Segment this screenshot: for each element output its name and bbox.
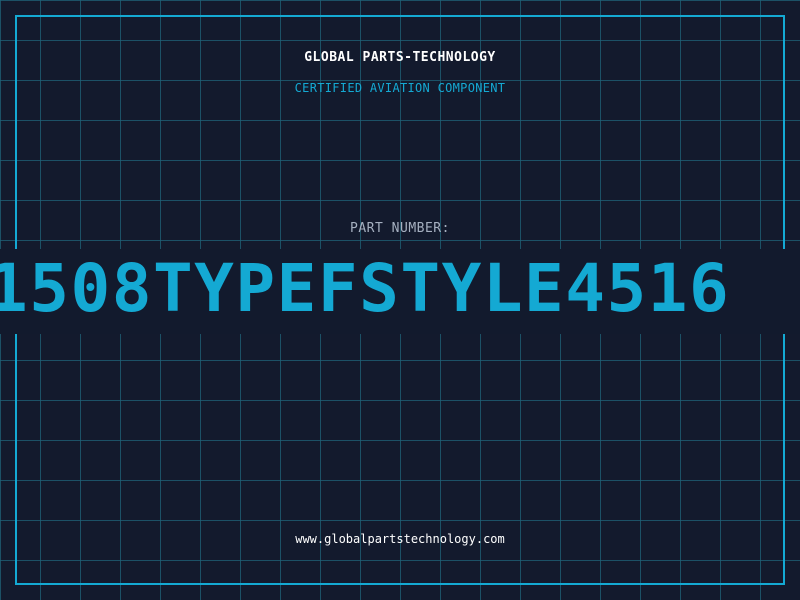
website-url: www.globalpartstechnology.com bbox=[295, 532, 505, 546]
company-name: GLOBAL PARTS-TECHNOLOGY bbox=[304, 50, 496, 65]
certification-subtitle: CERTIFIED AVIATION COMPONENT bbox=[294, 81, 506, 95]
part-number-label: PART NUMBER: bbox=[350, 221, 450, 236]
part-number-band: 1508TYPEFSTYLE4516 bbox=[0, 249, 800, 334]
part-number-value: 1508TYPEFSTYLE4516 bbox=[0, 250, 731, 327]
certificate-page: GLOBAL PARTS-TECHNOLOGY CERTIFIED AVIATI… bbox=[0, 0, 800, 600]
